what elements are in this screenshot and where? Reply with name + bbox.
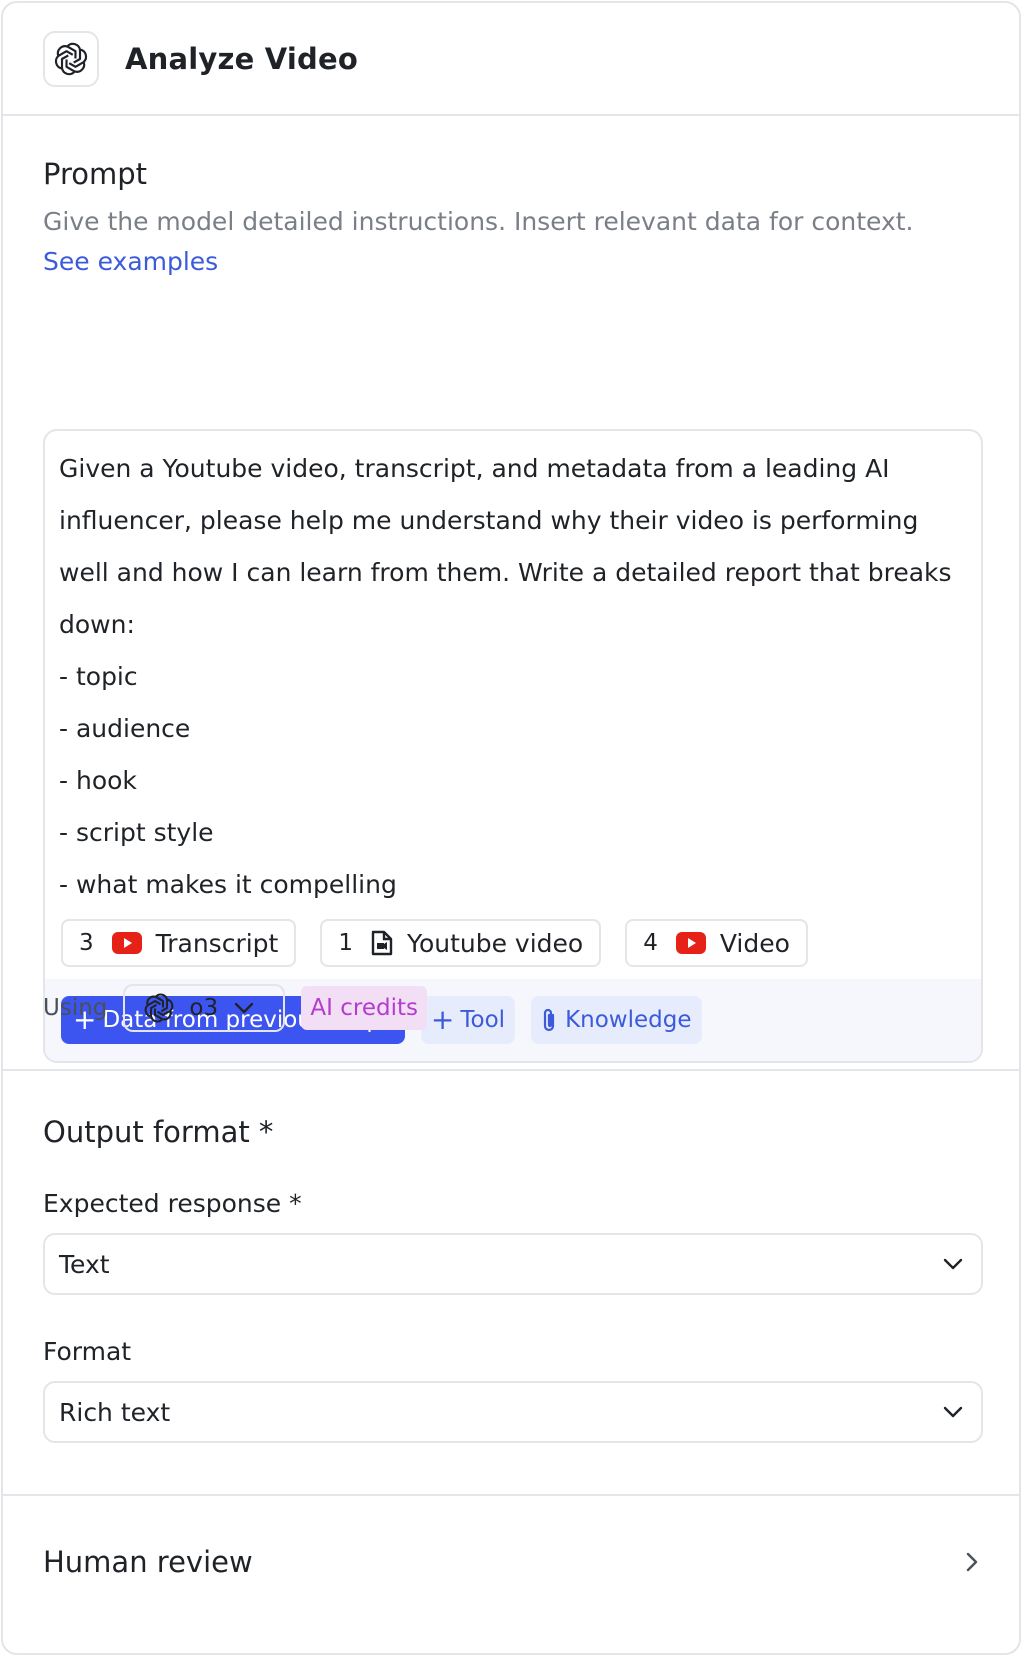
chevron-down-icon — [234, 1002, 254, 1014]
panel-header: Analyze Video — [3, 3, 1019, 116]
format-select[interactable]: Rich text — [43, 1381, 983, 1443]
model-select[interactable]: o3 — [123, 984, 286, 1032]
data-chips: 3 Transcript 1 Youtube video 4 Video — [61, 919, 808, 967]
chip-step-number: 1 — [338, 930, 353, 956]
plus-icon: + — [430, 1003, 455, 1036]
prompt-section: Prompt Give the model detailed instructi… — [3, 116, 1019, 1071]
model-name: o3 — [189, 995, 219, 1021]
chip-step-number: 3 — [79, 930, 94, 956]
youtube-icon — [675, 932, 706, 954]
model-row: Using o3 AI credits — [43, 984, 427, 1032]
prompt-editor[interactable]: Given a Youtube video, transcript, and m… — [43, 429, 983, 1063]
prompt-line: - script style — [59, 818, 214, 847]
prompt-text[interactable]: Given a Youtube video, transcript, and m… — [45, 431, 981, 911]
prompt-line: - audience — [59, 714, 191, 743]
chip-step-number: 4 — [643, 930, 658, 956]
prompt-line: influencer, please help me understand wh… — [59, 506, 919, 535]
prompt-line: - what makes it compelling — [59, 870, 397, 899]
file-icon — [371, 930, 393, 956]
add-knowledge-button[interactable]: Knowledge — [531, 996, 702, 1044]
output-format-title: Output format * — [43, 1115, 274, 1149]
prompt-line: well and how I can learn from them. Writ… — [59, 558, 952, 587]
human-review-title: Human review — [43, 1545, 253, 1579]
expected-response-select[interactable]: Text — [43, 1233, 983, 1295]
add-tool-button[interactable]: + Tool — [420, 996, 516, 1044]
prompt-title: Prompt — [43, 157, 148, 191]
using-label: Using — [43, 995, 108, 1021]
chip-youtube-video[interactable]: 1 Youtube video — [320, 919, 602, 967]
tool-button-label: Tool — [460, 1007, 506, 1033]
prompt-description: Give the model detailed instructions. In… — [43, 206, 914, 236]
paperclip-icon — [541, 1007, 557, 1033]
expected-response-value: Text — [59, 1249, 110, 1279]
knowledge-button-label: Knowledge — [565, 1007, 692, 1033]
chip-label: Youtube video — [407, 928, 584, 958]
format-label: Format — [43, 1337, 132, 1366]
chevron-down-icon — [943, 1258, 963, 1270]
prompt-line: - hook — [59, 766, 137, 795]
page-title: Analyze Video — [125, 41, 358, 76]
chip-video[interactable]: 4 Video — [625, 919, 808, 967]
see-examples-link[interactable]: See examples — [43, 242, 979, 282]
output-format-section: Output format * Expected response * Text… — [3, 1071, 1019, 1496]
expected-response-label: Expected response * — [43, 1189, 302, 1218]
prompt-line: Given a Youtube video, transcript, and m… — [59, 454, 890, 483]
analyze-video-panel: Analyze Video Prompt Give the model deta… — [1, 1, 1021, 1655]
chip-transcript[interactable]: 3 Transcript — [61, 919, 297, 967]
chip-label: Transcript — [155, 928, 279, 958]
chevron-down-icon — [943, 1406, 963, 1418]
chevron-right-icon — [965, 1551, 979, 1573]
youtube-icon — [111, 932, 142, 954]
prompt-line: down: — [59, 610, 135, 639]
prompt-line: - topic — [59, 662, 138, 691]
chip-label: Video — [719, 928, 790, 958]
openai-logo-icon — [43, 30, 99, 87]
format-value: Rich text — [59, 1397, 171, 1427]
openai-logo-icon — [143, 992, 175, 1024]
human-review-section[interactable]: Human review — [3, 1496, 1019, 1648]
ai-credits-badge: AI credits — [301, 986, 427, 1030]
